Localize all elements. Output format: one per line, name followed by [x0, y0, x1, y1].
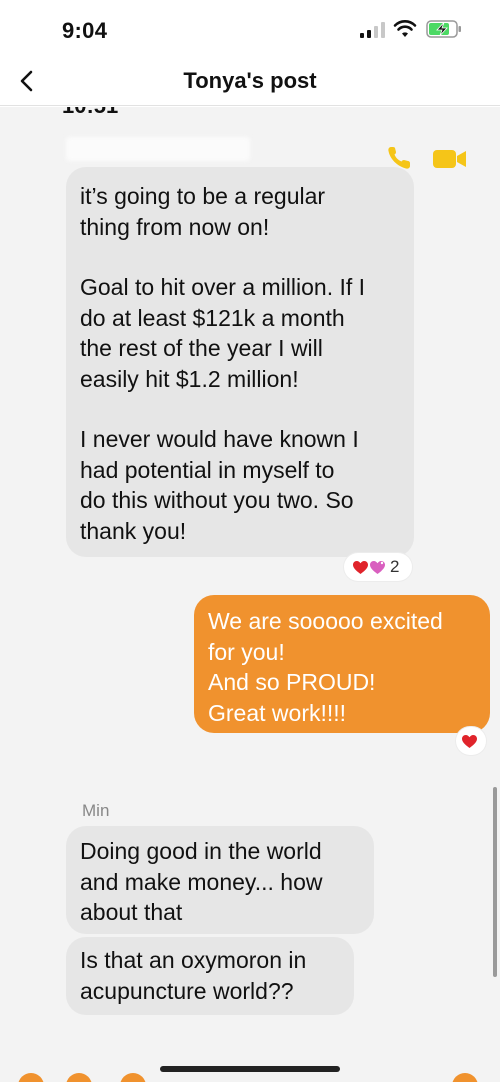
message-paragraph: it’s going to be a regular thing from no… [80, 183, 326, 240]
message-line: We are sooooo excited [208, 608, 443, 634]
video-camera-icon[interactable] [432, 147, 468, 171]
message-reactions[interactable] [456, 727, 486, 755]
compose-action-button[interactable] [18, 1073, 44, 1082]
compose-action-button[interactable] [120, 1073, 146, 1082]
message-line: Great work!!!! [208, 699, 347, 726]
sender-name: Min [82, 801, 110, 820]
message-line: and make money... how [80, 868, 323, 895]
status-time: 9:04 [62, 18, 108, 43]
sparkling-heart-icon [370, 560, 385, 574]
message-line: Doing good in the world [80, 838, 322, 864]
redacted-contact-name [66, 137, 250, 161]
reaction-count: 2 [390, 557, 400, 576]
page-title: Tonya's post [183, 68, 317, 93]
outgoing-message[interactable]: We are sooooo excited for you! And so PR… [194, 595, 490, 733]
red-heart-icon [353, 560, 368, 574]
message-reactions[interactable]: 2 [344, 553, 412, 581]
post-screenshot: 10:51 it’s going to be a regular thing f… [0, 107, 500, 1082]
navigation-bar: Tonya's post [0, 58, 500, 106]
message-line: And so PROUD! [208, 669, 376, 695]
message-line: acupuncture world?? [80, 977, 294, 1004]
inner-status-time: 10:51 [62, 107, 118, 119]
message-line: Is that an oxymoron in [80, 947, 307, 973]
incoming-message[interactable]: it’s going to be a regular thing from no… [66, 167, 414, 557]
compose-action-button[interactable] [452, 1073, 478, 1082]
incoming-message[interactable]: Is that an oxymoron in acupuncture world… [66, 937, 354, 1015]
scrollbar[interactable] [493, 787, 497, 977]
home-indicator[interactable] [160, 1066, 340, 1072]
incoming-message[interactable]: Doing good in the world and make money..… [66, 826, 374, 934]
compose-action-button[interactable] [66, 1073, 92, 1082]
message-line: for you! [208, 638, 285, 665]
inner-status-bar: 10:51 [0, 107, 500, 119]
red-heart-icon [462, 734, 477, 748]
status-bar: 9:04 [0, 0, 500, 58]
wifi-icon [393, 20, 417, 37]
message-line: about that [80, 899, 183, 925]
battery-charging-icon [426, 20, 461, 38]
cellular-signal-icon [360, 22, 385, 38]
message-paragraph: Goal to hit over a million. If I do at l… [80, 274, 366, 392]
message-paragraph: I never would have known I had potential… [80, 426, 359, 544]
